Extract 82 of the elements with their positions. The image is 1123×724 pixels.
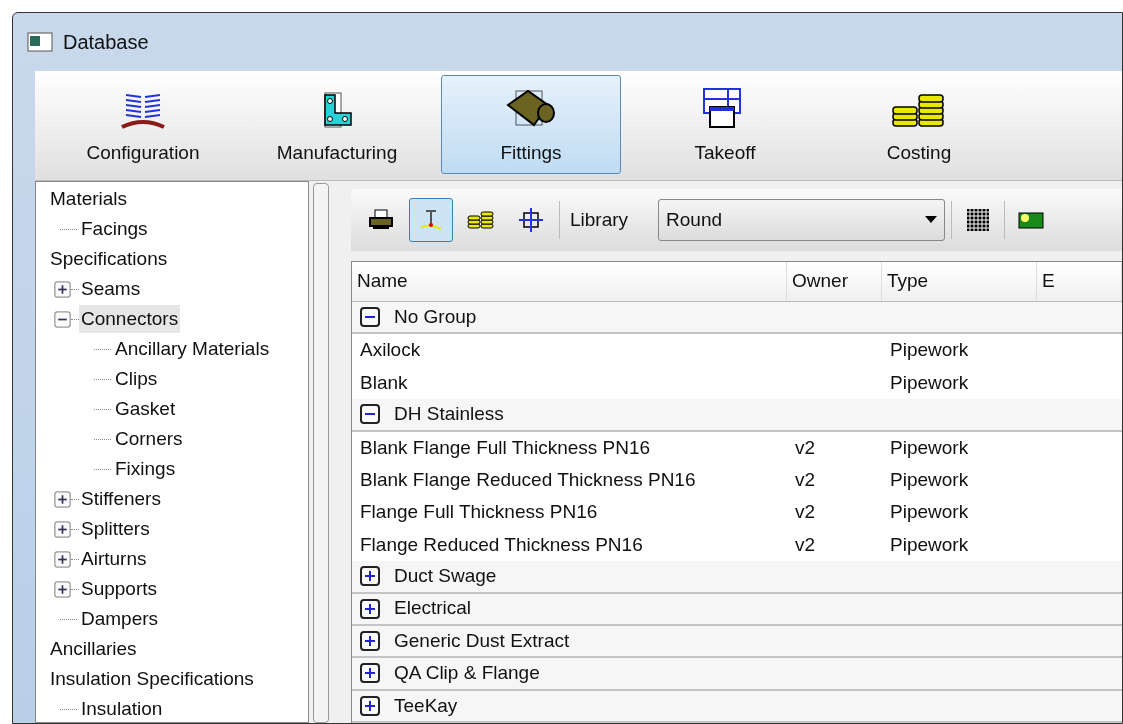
table-cell-text: Pipework bbox=[889, 338, 970, 363]
tree-item[interactable]: Insulation bbox=[79, 694, 165, 722]
ribbon-tab[interactable]: Fittings bbox=[441, 75, 621, 174]
expand-toggle[interactable] bbox=[54, 280, 71, 298]
crosshair-icon bbox=[518, 207, 544, 233]
group-name: DH Stainless bbox=[394, 402, 504, 427]
tree-item[interactable]: Corners bbox=[113, 424, 185, 454]
tree-item[interactable]: Seams bbox=[79, 274, 143, 304]
tree-item[interactable]: Specifications bbox=[48, 244, 170, 274]
tree-item[interactable]: Dampers bbox=[79, 604, 161, 634]
grid-icon bbox=[966, 208, 991, 232]
card-icon bbox=[1017, 210, 1046, 230]
window-title: Database bbox=[63, 30, 149, 55]
group-name: No Group bbox=[394, 304, 477, 329]
expand-toggle[interactable] bbox=[360, 631, 380, 652]
expand-toggle[interactable] bbox=[360, 598, 380, 619]
column-header[interactable]: E bbox=[1037, 262, 1122, 301]
table-cell-text: Blank bbox=[359, 370, 409, 395]
table-cell-text: v2 bbox=[794, 500, 817, 525]
library-label: Library bbox=[569, 207, 630, 232]
insert-icon bbox=[418, 207, 444, 233]
expand-toggle[interactable] bbox=[360, 663, 380, 684]
tree-item[interactable]: Supports bbox=[79, 574, 160, 604]
table-cell-text: Axilock bbox=[359, 338, 422, 363]
group-header[interactable]: TeeKay bbox=[352, 690, 1122, 723]
splitter-handle[interactable] bbox=[313, 183, 329, 723]
library-dropdown[interactable]: Round bbox=[658, 199, 946, 241]
table-cell-text: Pipework bbox=[889, 500, 970, 525]
table-cell-text: Pipework bbox=[889, 370, 970, 395]
tree-item[interactable]: Ancillaries bbox=[48, 634, 139, 664]
caret-icon bbox=[925, 216, 938, 224]
group-header[interactable]: Generic Dust Extract bbox=[352, 625, 1122, 659]
expand-toggle[interactable] bbox=[54, 550, 71, 568]
table-cell-text: Blank Flange Reduced Thickness PN16 bbox=[359, 467, 697, 492]
group-header[interactable]: QA Clip & Flange bbox=[352, 658, 1122, 691]
group-header[interactable]: Duct Swage bbox=[352, 561, 1122, 594]
tree-item[interactable]: Ancillary Materials bbox=[113, 334, 272, 364]
table-cell-text: Pipework bbox=[889, 435, 970, 460]
table-cell-text: Blank Flange Full Thickness PN16 bbox=[359, 435, 652, 460]
tree-item[interactable]: Gasket bbox=[113, 394, 178, 424]
table-cell-text: Flange Full Thickness PN16 bbox=[359, 500, 599, 525]
column-header[interactable]: Type bbox=[882, 262, 1037, 301]
expand-toggle[interactable] bbox=[360, 695, 380, 716]
collapse-toggle[interactable] bbox=[360, 404, 380, 425]
tree-item[interactable]: Facings bbox=[79, 214, 150, 244]
table-cell-text: v2 bbox=[794, 435, 817, 460]
column-header[interactable]: Name bbox=[352, 262, 787, 301]
printer-icon bbox=[368, 209, 394, 231]
tree-item[interactable]: Clips bbox=[113, 364, 160, 394]
group-name: Electrical bbox=[394, 596, 472, 621]
table-cell-text: v2 bbox=[794, 467, 817, 492]
group-header[interactable]: DH Stainless bbox=[352, 399, 1122, 432]
tree-item[interactable]: Stiffeners bbox=[79, 484, 163, 514]
table-cell-text: Flange Reduced Thickness PN16 bbox=[359, 532, 644, 557]
tree-item[interactable]: Splitters bbox=[79, 514, 152, 544]
group-header[interactable]: No Group bbox=[352, 302, 1122, 335]
coins-icon bbox=[466, 209, 496, 231]
group-name: TeeKay bbox=[394, 693, 458, 718]
expand-toggle[interactable] bbox=[54, 520, 71, 538]
table-cell-text: Pipework bbox=[889, 532, 970, 557]
group-name: Duct Swage bbox=[394, 564, 497, 589]
column-header[interactable]: Owner bbox=[787, 262, 882, 301]
ribbon-tab[interactable]: Manufacturing bbox=[247, 75, 427, 174]
group-name: QA Clip & Flange bbox=[394, 661, 540, 686]
expand-toggle[interactable] bbox=[360, 566, 380, 587]
tree-item[interactable]: Materials bbox=[48, 184, 130, 214]
collapse-toggle[interactable] bbox=[360, 307, 380, 328]
tree-item[interactable]: Airturns bbox=[79, 544, 149, 574]
group-name: Generic Dust Extract bbox=[394, 628, 570, 653]
collapse-toggle[interactable] bbox=[54, 310, 71, 328]
tree-item[interactable]: Insulation Specifications bbox=[48, 664, 256, 694]
table-cell-text: v2 bbox=[794, 532, 817, 557]
table-cell-text: Pipework bbox=[889, 467, 970, 492]
expand-toggle[interactable] bbox=[54, 580, 71, 598]
tree-item[interactable]: Fixings bbox=[113, 454, 178, 484]
expand-toggle[interactable] bbox=[54, 490, 71, 508]
ribbon-tab[interactable]: Configuration bbox=[53, 75, 233, 174]
ribbon-tab[interactable]: Costing bbox=[829, 75, 1009, 174]
group-header[interactable]: Electrical bbox=[352, 593, 1122, 626]
tree-item[interactable]: Connectors bbox=[79, 304, 181, 334]
ribbon-tab[interactable]: Takeoff bbox=[635, 75, 815, 174]
window-icon bbox=[27, 32, 53, 52]
